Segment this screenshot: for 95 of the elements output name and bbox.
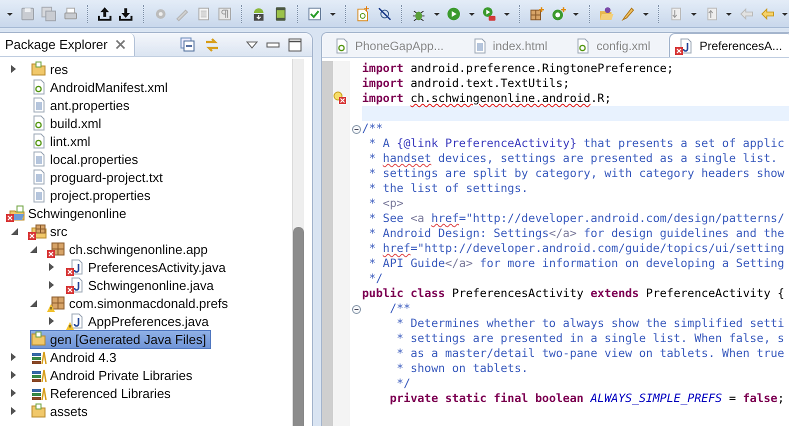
code-line: * settings are presented in a single list. When false, s: [396, 331, 786, 346]
tree-item[interactable]: ch.schwingenonline.app: [49, 240, 213, 258]
tree-item[interactable]: Schwingenonline: [8, 204, 132, 222]
java-file-icon: [69, 313, 85, 329]
fold-icon[interactable]: [352, 305, 361, 314]
collapse-arrow-icon[interactable]: [30, 300, 37, 306]
run-icon[interactable]: [446, 6, 462, 22]
document-icon: [31, 151, 47, 167]
code-line: * A {@link PreferenceActivity} that presents a set of applic: [368, 136, 786, 151]
code-line: * Determines whether to always show the simplified setti: [396, 316, 786, 331]
library-icon: [31, 349, 47, 365]
tree-item[interactable]: src: [30, 222, 72, 240]
java-file-icon: [69, 259, 85, 275]
document-icon: [31, 97, 47, 113]
folder-icon: [31, 61, 47, 77]
new-file-icon[interactable]: [355, 6, 371, 22]
document-icon: [472, 38, 488, 54]
document-icon: [31, 169, 47, 185]
maximize-icon[interactable]: [288, 38, 302, 52]
code-line: * See <a href="http://developer.android.com/design/patterns/: [368, 211, 786, 226]
document-icon: [334, 38, 350, 54]
folder-icon: [31, 331, 47, 347]
expand-arrow-icon[interactable]: [49, 317, 54, 325]
code-line: /**: [388, 301, 412, 316]
code-line: private static final boolean ALWAYS_SIMPLE_PREFS = false;: [388, 391, 786, 406]
tree-item[interactable]: project.properties: [30, 186, 156, 204]
tree-item[interactable]: gen [Generated Java Files]: [30, 330, 212, 348]
library-icon: [31, 367, 47, 383]
download-icon[interactable]: [118, 6, 134, 22]
tree-item[interactable]: AppPreferences.java: [68, 312, 214, 330]
document-icon: [31, 79, 47, 95]
fold-icon[interactable]: [352, 125, 361, 134]
scrollbar[interactable]: [292, 59, 304, 426]
code-line: * the list of settings.: [368, 181, 530, 196]
tree-item[interactable]: res: [30, 60, 74, 78]
code-line: /**: [362, 121, 384, 136]
tree-item[interactable]: Android 4.3: [30, 348, 122, 366]
upload-icon[interactable]: [96, 6, 112, 22]
code-line: import android.preference.RingtonePreference;: [362, 61, 675, 76]
code-line: * <p>: [368, 196, 405, 211]
expand-arrow-icon[interactable]: [11, 407, 16, 415]
tree-item[interactable]: proguard-project.txt: [30, 168, 168, 186]
open-folder-icon[interactable]: [598, 6, 614, 22]
code-line: * shown on tablets.: [396, 361, 530, 376]
view-tab[interactable]: Package Explorer: [0, 33, 135, 56]
tree-item[interactable]: Android Private Libraries: [30, 366, 198, 384]
close-icon[interactable]: [114, 39, 126, 50]
expand-arrow-icon[interactable]: [11, 389, 16, 397]
document-icon: [575, 38, 592, 54]
code-line: * href="http://developer.android.com/guide/topics/ui/setting: [368, 241, 786, 256]
document-icon: [31, 187, 47, 203]
code-line: */: [396, 376, 412, 391]
brush-icon[interactable]: [620, 6, 636, 22]
document-icon: [31, 133, 47, 149]
checkbox-icon[interactable]: [307, 6, 323, 22]
tree-item[interactable]: ant.properties: [30, 96, 134, 114]
tree-item[interactable]: assets: [30, 402, 93, 420]
circle-plus-icon[interactable]: [550, 6, 566, 22]
tree-item[interactable]: AndroidManifest.xml: [30, 78, 173, 96]
run-stop-icon[interactable]: [481, 6, 497, 22]
expand-arrow-icon[interactable]: [11, 371, 16, 379]
package-icon: [50, 241, 66, 257]
code-line: import ch.schwingenonline.android.R;: [362, 91, 612, 106]
package-icon: [50, 295, 66, 311]
collapse-arrow-icon[interactable]: [30, 246, 37, 252]
tree-item[interactable]: Referenced Libraries: [30, 384, 176, 402]
tree-item[interactable]: Schwingenonline.java: [68, 276, 219, 294]
library-icon: [31, 385, 47, 401]
expand-arrow-icon[interactable]: [49, 281, 54, 289]
folder-icon: [31, 403, 47, 419]
document-icon: [31, 115, 47, 131]
tree-item[interactable]: lint.xml: [30, 132, 96, 150]
code-line: public class PreferencesActivity extends PreferenceActivity {: [362, 286, 786, 301]
expand-arrow-icon[interactable]: [49, 263, 54, 271]
code-line: import android.text.TextUtils;: [362, 76, 571, 91]
code-line: * Android Design: Settings</a> for design guidelines and the: [368, 226, 786, 241]
code-line: */: [368, 271, 384, 286]
tree-item[interactable]: PreferencesActivity.java: [68, 258, 231, 276]
code-line: * API Guide</a> for more information on developing a Setting: [368, 256, 786, 271]
code-line: * as a master/detail two-pane view on tablets. When true: [396, 346, 786, 361]
print-icon[interactable]: [62, 6, 78, 22]
java-file-icon: [678, 38, 694, 54]
tree-item[interactable]: com.simonmacdonald.prefs: [49, 294, 233, 312]
grid-plus-icon[interactable]: [529, 6, 545, 22]
code-line: * handset devices, settings are presented as a single list.: [368, 151, 778, 166]
expand-arrow-icon[interactable]: [11, 65, 16, 73]
collapse-all-icon[interactable]: [180, 36, 196, 52]
tree-item[interactable]: local.properties: [30, 150, 144, 168]
editor-tab[interactable]: PreferencesA...: [669, 33, 789, 57]
tree-item[interactable]: build.xml: [30, 114, 106, 132]
view-menu-icon[interactable]: [246, 40, 258, 48]
code-line: * settings are split by category, with category headers show: [368, 166, 786, 181]
java-file-icon: [69, 277, 85, 293]
collapse-arrow-icon[interactable]: [11, 228, 18, 234]
expand-arrow-icon[interactable]: [11, 353, 16, 361]
